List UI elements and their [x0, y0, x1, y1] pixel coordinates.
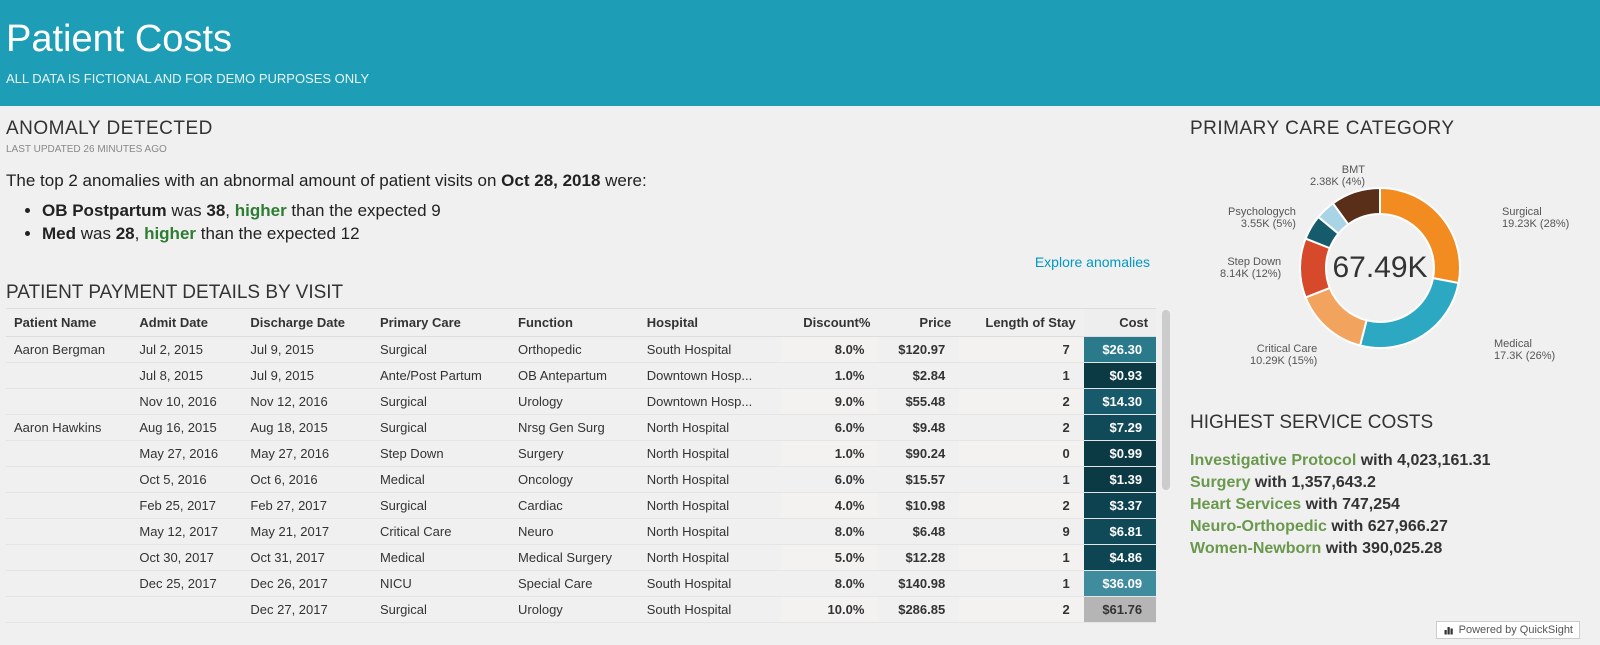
table-row[interactable]: Nov 10, 2016 Nov 12, 2016 Surgical Urolo… — [6, 389, 1156, 415]
quicksight-icon — [1443, 624, 1455, 636]
col-admit[interactable]: Admit Date — [131, 309, 242, 337]
table-row[interactable]: Feb 25, 2017 Feb 27, 2017 Surgical Cardi… — [6, 493, 1156, 519]
table-row[interactable]: Dec 25, 2017 Dec 26, 2017 NICU Special C… — [6, 571, 1156, 597]
hsc-item: Heart Services with 747,254 — [1190, 496, 1582, 514]
col-hospital[interactable]: Hospital — [639, 309, 781, 337]
table-scrollbar[interactable] — [1162, 310, 1170, 490]
donut-label-medical: Medical17.3K (26%) — [1494, 338, 1555, 362]
table-row[interactable]: Dec 27, 2017 Surgical Urology South Hosp… — [6, 597, 1156, 623]
table-row[interactable]: Oct 30, 2017 Oct 31, 2017 Medical Medica… — [6, 545, 1156, 571]
col-function[interactable]: Function — [510, 309, 639, 337]
dashboard-header: Patient Costs ALL DATA IS FICTIONAL AND … — [0, 0, 1600, 106]
patient-table[interactable]: Patient Name Admit Date Discharge Date P… — [6, 308, 1156, 623]
donut-label-critical: Critical Care10.29K (15%) — [1250, 343, 1317, 367]
hsc-item: Investigative Protocol with 4,023,161.31 — [1190, 452, 1582, 470]
donut-chart[interactable]: 67.49K Surgical19.23K (28%) Medical17.3K… — [1190, 148, 1570, 388]
anomaly-last-updated: LAST UPDATED 26 MINUTES AGO — [6, 144, 1170, 155]
col-patient[interactable]: Patient Name — [6, 309, 131, 337]
hsc-list: Investigative Protocol with 4,023,161.31… — [1190, 452, 1582, 558]
powered-by-badge: Powered by QuickSight — [1436, 621, 1580, 639]
col-los[interactable]: Length of Stay — [959, 309, 1083, 337]
hsc-item: Surgery with 1,357,643.2 — [1190, 474, 1582, 492]
anomaly-item: Med was 28, higher than the expected 12 — [42, 224, 1170, 244]
anomaly-list: OB Postpartum was 38, higher than the ex… — [42, 201, 1170, 244]
page-title: Patient Costs — [6, 18, 1600, 61]
col-primary[interactable]: Primary Care — [372, 309, 510, 337]
anomaly-item: OB Postpartum was 38, higher than the ex… — [42, 201, 1170, 221]
donut-label-bmt: BMT2.38K (4%) — [1310, 164, 1365, 188]
table-row[interactable]: Aaron Hawkins Aug 16, 2015 Aug 18, 2015 … — [6, 415, 1156, 441]
donut-title: PRIMARY CARE CATEGORY — [1190, 118, 1582, 140]
col-price[interactable]: Price — [878, 309, 959, 337]
page-subtitle: ALL DATA IS FICTIONAL AND FOR DEMO PURPO… — [6, 71, 1600, 86]
hsc-title: HIGHEST SERVICE COSTS — [1190, 412, 1582, 434]
table-row[interactable]: Jul 8, 2015 Jul 9, 2015 Ante/Post Partum… — [6, 363, 1156, 389]
table-row[interactable]: Aaron Bergman Jul 2, 2015 Jul 9, 2015 Su… — [6, 337, 1156, 363]
table-row[interactable]: May 12, 2017 May 21, 2017 Critical Care … — [6, 519, 1156, 545]
table-title: PATIENT PAYMENT DETAILS BY VISIT — [6, 282, 1170, 304]
donut-label-surgical: Surgical19.23K (28%) — [1502, 206, 1569, 230]
anomaly-title: ANOMALY DETECTED — [6, 118, 1170, 140]
anomaly-intro: The top 2 anomalies with an abnormal amo… — [6, 171, 1170, 191]
col-cost[interactable]: Cost — [1084, 309, 1156, 337]
hsc-item: Women-Newborn with 390,025.28 — [1190, 540, 1582, 558]
table-row[interactable]: Oct 5, 2016 Oct 6, 2016 Medical Oncology… — [6, 467, 1156, 493]
donut-label-stepdown: Step Down8.14K (12%) — [1220, 256, 1281, 280]
col-discount[interactable]: Discount% — [781, 309, 878, 337]
col-discharge[interactable]: Discharge Date — [242, 309, 372, 337]
donut-center-value: 67.49K — [1332, 251, 1427, 285]
table-row[interactable]: May 27, 2016 May 27, 2016 Step Down Surg… — [6, 441, 1156, 467]
donut-label-psych: Psychologych3.55K (5%) — [1228, 206, 1296, 230]
explore-anomalies-link[interactable]: Explore anomalies — [1035, 254, 1150, 270]
hsc-item: Neuro-Orthopedic with 627,966.27 — [1190, 518, 1582, 536]
